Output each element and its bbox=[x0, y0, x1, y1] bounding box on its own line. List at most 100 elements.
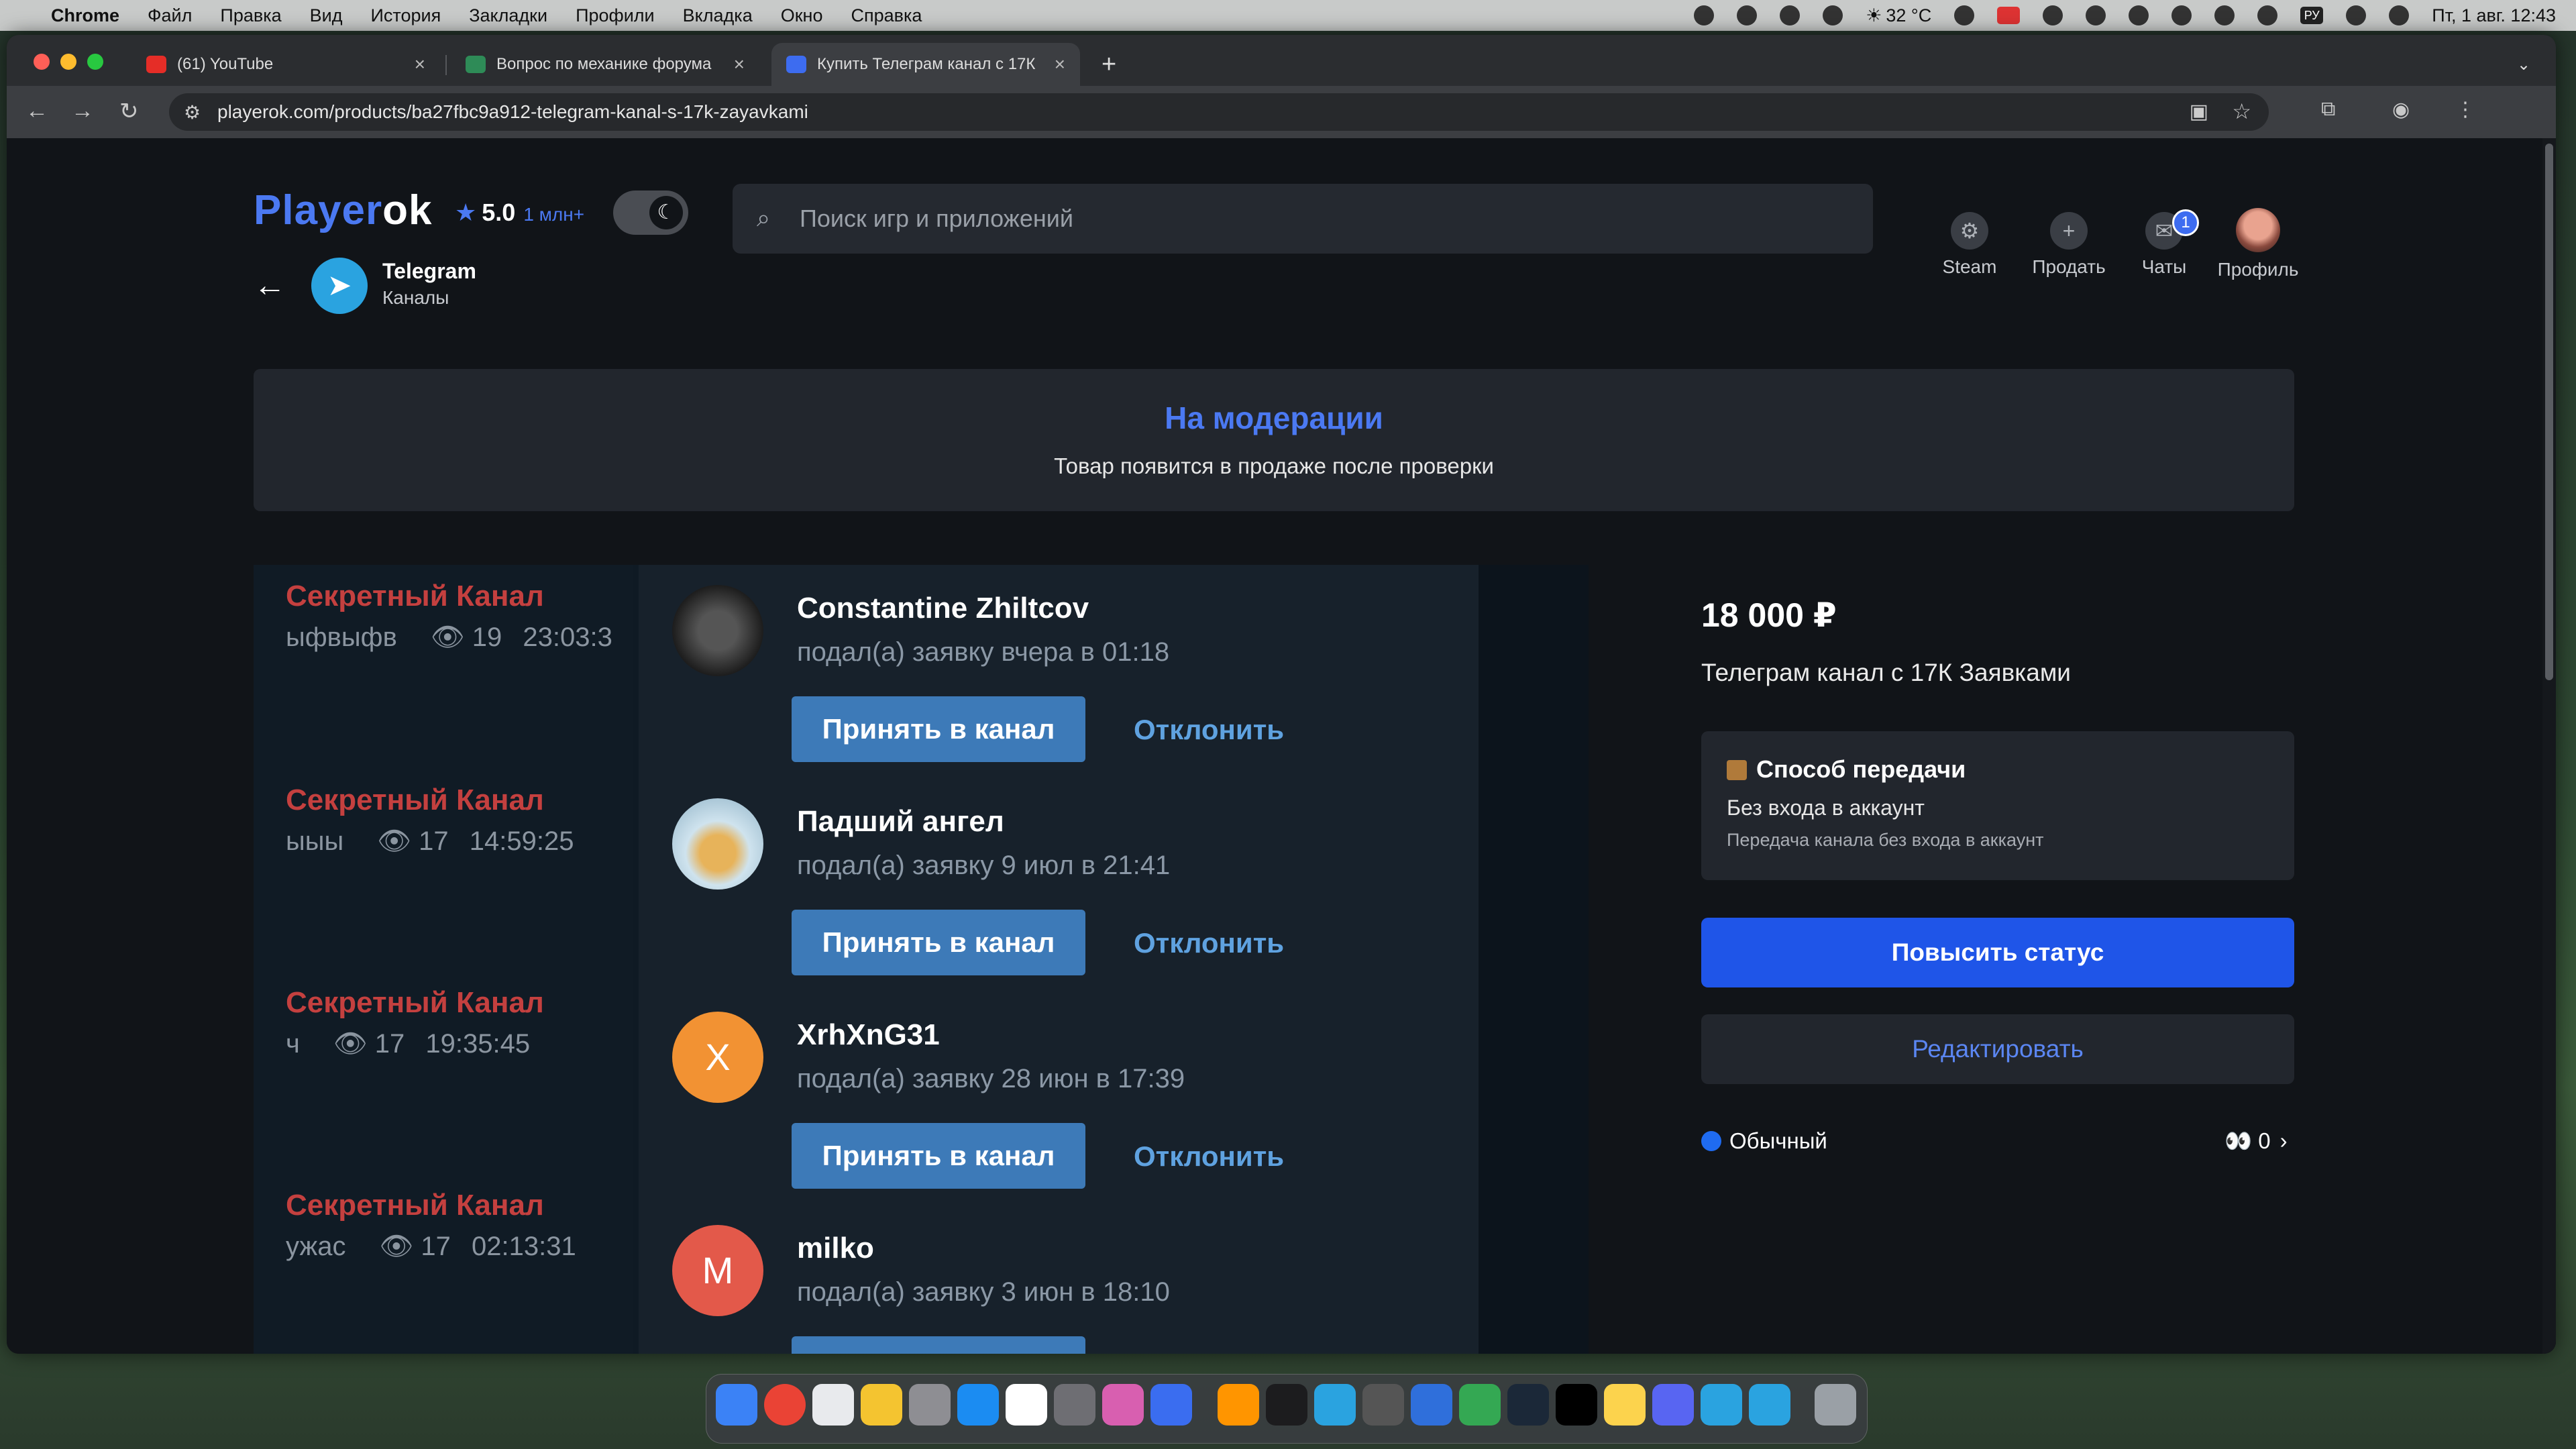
telegram-status-icon[interactable] bbox=[1823, 5, 1843, 25]
shield-icon[interactable] bbox=[2086, 5, 2106, 25]
forward-icon[interactable]: → bbox=[71, 98, 94, 124]
app-status-icon[interactable] bbox=[2043, 5, 2063, 25]
message-time: 23:03:3 bbox=[523, 623, 612, 652]
menu-item[interactable]: Справка bbox=[851, 5, 922, 26]
product-screenshot[interactable]: Секретный Канал ыфвыфв 👁 19 23:03:3 Секре… bbox=[254, 565, 1589, 1354]
extensions-icon[interactable]: ⧉ bbox=[2321, 98, 2335, 121]
macos-menubar: Chrome Файл Правка Вид История Закладки … bbox=[0, 0, 2576, 31]
zoom-window-button[interactable] bbox=[87, 54, 103, 70]
nav-profile[interactable]: Профиль bbox=[2204, 208, 2312, 280]
telegram-icon[interactable] bbox=[1314, 1384, 1356, 1426]
app-status-icon[interactable] bbox=[1737, 5, 1758, 25]
input-language[interactable]: РУ bbox=[2300, 7, 2324, 24]
accept-button bbox=[792, 1336, 1085, 1354]
calendar-status-icon[interactable] bbox=[1997, 7, 2021, 24]
bookmark-star-icon[interactable]: ☆ bbox=[2232, 99, 2251, 124]
playerok-logo[interactable]: Playerok bbox=[254, 186, 433, 234]
new-tab-button[interactable]: + bbox=[1087, 43, 1131, 86]
app-icon[interactable] bbox=[1150, 1384, 1192, 1426]
app-icon[interactable] bbox=[1102, 1384, 1144, 1426]
weather-status[interactable]: ☀ 32 °C bbox=[1866, 5, 1931, 26]
playerok-icon bbox=[786, 56, 806, 73]
menu-item[interactable]: История bbox=[370, 5, 441, 26]
trash-icon[interactable] bbox=[1815, 1384, 1856, 1426]
telegram-status-icon[interactable] bbox=[1694, 5, 1715, 25]
spotlight-search-icon[interactable] bbox=[2346, 5, 2367, 25]
app-icon[interactable] bbox=[1411, 1384, 1452, 1426]
menu-item[interactable]: Окно bbox=[781, 5, 823, 26]
steam-icon[interactable] bbox=[1507, 1384, 1549, 1426]
reload-icon[interactable]: ↻ bbox=[119, 98, 139, 125]
category-title[interactable]: Telegram bbox=[382, 259, 476, 284]
menu-item[interactable]: Профили bbox=[576, 5, 655, 26]
wordpress-icon[interactable] bbox=[2129, 5, 2149, 25]
menu-item[interactable]: Файл bbox=[148, 5, 192, 26]
discord-icon[interactable] bbox=[1652, 1384, 1694, 1426]
nav-chats[interactable]: ✉ 1 Чаты bbox=[2110, 209, 2218, 278]
close-window-button[interactable] bbox=[34, 54, 50, 70]
profile-incognito-icon[interactable]: ◉ bbox=[2392, 98, 2410, 121]
star-icon: ★ bbox=[455, 199, 477, 226]
app-store-icon[interactable] bbox=[957, 1384, 999, 1426]
close-tab-icon[interactable]: × bbox=[415, 54, 425, 75]
nav-label: Чаты bbox=[2141, 256, 2187, 277]
install-app-icon[interactable]: ▣ bbox=[2190, 100, 2208, 123]
telegram-icon[interactable] bbox=[1701, 1384, 1742, 1426]
app-icon[interactable] bbox=[861, 1384, 902, 1426]
category-subtitle[interactable]: Каналы bbox=[382, 287, 449, 309]
message-text: ужас bbox=[286, 1232, 346, 1261]
message-text: ыфвыфв bbox=[286, 623, 397, 652]
tab-title: (61) YouTube bbox=[177, 55, 274, 73]
control-center-icon[interactable] bbox=[2389, 5, 2410, 25]
menu-item[interactable]: Правка bbox=[220, 5, 281, 26]
app-status-icon[interactable] bbox=[1780, 5, 1801, 25]
activity-monitor-icon[interactable] bbox=[1266, 1384, 1307, 1426]
calendar-icon[interactable] bbox=[1006, 1384, 1047, 1426]
menu-item[interactable]: Закладки bbox=[469, 5, 547, 26]
play-icon[interactable] bbox=[2214, 5, 2235, 25]
site-info-icon[interactable]: ⚙ bbox=[184, 101, 201, 123]
wordpress-icon[interactable] bbox=[1954, 5, 1975, 25]
boost-status-button[interactable]: Повысить статус bbox=[1701, 918, 2294, 987]
screenshot-channel-list: Секретный Канал ыфвыфв 👁 19 23:03:3 Секре… bbox=[254, 565, 633, 1354]
telegram-icon[interactable] bbox=[1749, 1384, 1790, 1426]
nav-steam[interactable]: ⚙ Steam bbox=[1916, 212, 2023, 278]
app-icon[interactable] bbox=[812, 1384, 854, 1426]
theme-toggle[interactable]: ☾ bbox=[613, 191, 688, 235]
close-tab-icon[interactable]: × bbox=[1055, 54, 1065, 75]
menu-app-chrome[interactable]: Chrome bbox=[51, 5, 119, 26]
settings-icon[interactable] bbox=[909, 1384, 951, 1426]
nav-sell[interactable]: + Продать bbox=[2015, 212, 2123, 278]
chrome-menu-icon[interactable]: ⋮ bbox=[2455, 98, 2475, 121]
back-arrow-icon[interactable]: ← bbox=[254, 267, 286, 304]
menu-item[interactable]: Вкладка bbox=[683, 5, 753, 26]
message-text: ч bbox=[286, 1029, 300, 1059]
clock[interactable]: Пт, 1 авг. 12:43 bbox=[2432, 5, 2556, 26]
eye-icon: 👁 bbox=[379, 1232, 421, 1261]
tab-forum[interactable]: Вопрос по механике форума × bbox=[451, 43, 759, 86]
tab-search-icon[interactable]: ⌄ bbox=[2502, 43, 2545, 86]
terminal-icon[interactable] bbox=[1556, 1384, 1597, 1426]
volume-icon[interactable] bbox=[2171, 5, 2192, 25]
wifi-off-icon[interactable] bbox=[2257, 5, 2278, 25]
url-field[interactable]: ⚙ playerok.com/products/ba27fbc9a912-tel… bbox=[169, 93, 2269, 131]
chrome-icon[interactable] bbox=[764, 1384, 806, 1426]
minimize-window-button[interactable] bbox=[60, 54, 76, 70]
tab-playerok[interactable]: Купить Телеграм канал с 17К × bbox=[771, 43, 1080, 86]
tab-youtube[interactable]: (61) YouTube × bbox=[131, 43, 440, 86]
sublime-icon[interactable] bbox=[1218, 1384, 1259, 1426]
app-icon[interactable] bbox=[1362, 1384, 1404, 1426]
notes-icon[interactable] bbox=[1604, 1384, 1646, 1426]
views-counter[interactable]: 👀 0 › bbox=[2224, 1128, 2288, 1155]
search-input[interactable]: ⌕ Поиск игр и приложений bbox=[733, 184, 1873, 254]
finder-icon[interactable] bbox=[716, 1384, 757, 1426]
scrollbar-thumb[interactable] bbox=[2545, 144, 2553, 680]
product-title: Телеграм канал с 17К Заявками bbox=[1701, 659, 2071, 686]
logo-part: Player bbox=[254, 187, 383, 233]
close-tab-icon[interactable]: × bbox=[734, 54, 745, 75]
back-icon[interactable]: ← bbox=[25, 98, 48, 124]
utorrent-icon[interactable] bbox=[1459, 1384, 1501, 1426]
menu-item[interactable]: Вид bbox=[310, 5, 343, 26]
app-icon[interactable] bbox=[1054, 1384, 1095, 1426]
edit-button[interactable]: Редактировать bbox=[1701, 1014, 2294, 1084]
